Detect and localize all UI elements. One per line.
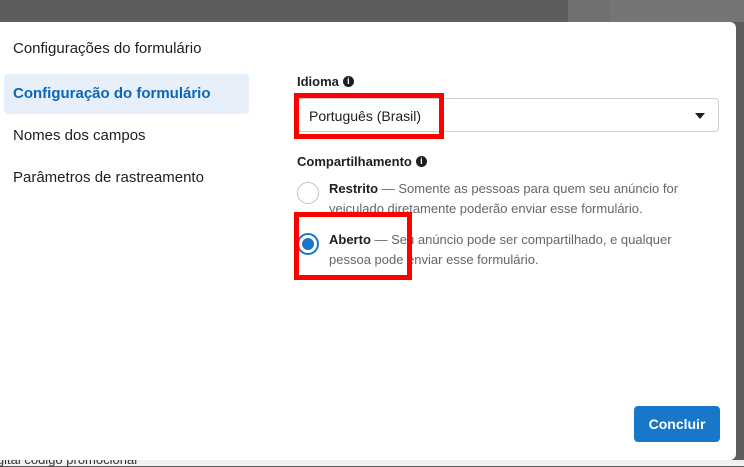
language-label-text: Idioma	[297, 74, 339, 89]
chevron-down-icon	[695, 113, 705, 119]
done-button[interactable]: Concluir	[634, 406, 720, 442]
dialog-title: Configurações do formulário	[13, 40, 202, 57]
radio-restricted[interactable]	[297, 182, 319, 204]
sharing-option-restricted[interactable]: Restrito — Somente as pessoas para quem …	[297, 179, 721, 219]
language-label: Idioma i	[297, 74, 721, 89]
language-select-value: Português (Brasil)	[309, 108, 422, 124]
option-description: — Seu anúncio pode ser compartilhado, e …	[329, 232, 672, 267]
option-text: Aberto — Seu anúncio pode ser compartilh…	[329, 230, 709, 270]
sharing-label-text: Compartilhamento	[297, 154, 412, 169]
form-settings-dialog: Configurações do formulário Configuração…	[0, 22, 736, 460]
background-strip	[568, 0, 610, 22]
language-select[interactable]: Português (Brasil)	[297, 98, 719, 132]
option-title: Restrito	[329, 181, 379, 196]
info-icon[interactable]: i	[342, 76, 354, 87]
option-title: Aberto	[329, 232, 371, 247]
info-icon[interactable]: i	[415, 156, 427, 167]
sidebar-item-field-names[interactable]: Nomes dos campos	[4, 116, 249, 156]
background-strip	[610, 0, 744, 22]
sharing-label: Compartilhamento i	[297, 154, 427, 169]
radio-open[interactable]	[297, 233, 319, 255]
sidebar-item-tracking-params[interactable]: Parâmetros de rastreamento	[4, 158, 249, 198]
settings-sidebar: Configuração do formulário Nomes dos cam…	[4, 74, 249, 200]
settings-content: Idioma i Português (Brasil) Compartilham…	[297, 74, 721, 267]
sharing-option-open[interactable]: Aberto — Seu anúncio pode ser compartilh…	[297, 230, 721, 270]
sidebar-item-form-config[interactable]: Configuração do formulário	[4, 74, 249, 114]
option-text: Restrito — Somente as pessoas para quem …	[329, 179, 709, 219]
option-description: — Somente as pessoas para quem seu anúnc…	[329, 181, 679, 216]
